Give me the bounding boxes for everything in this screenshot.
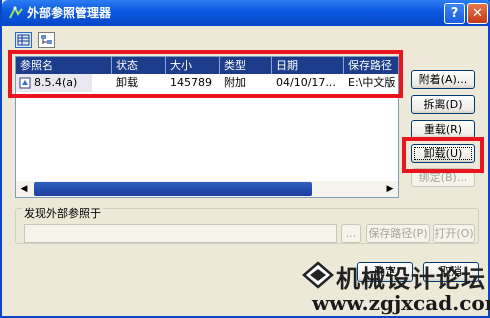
bind-button[interactable]: 绑定(B)...	[411, 168, 475, 187]
column-header-size[interactable]: 大小	[166, 57, 220, 74]
tree-view-button[interactable]	[38, 32, 55, 48]
watermark: 机械设计论坛 www.zgjxcad.com	[302, 255, 490, 318]
row-name: 8.5.4(a)	[34, 76, 78, 89]
list-view-icon	[17, 34, 30, 46]
watermark-url-text: www.zgjxcad.com	[312, 291, 490, 315]
column-header-name[interactable]: 参照名	[16, 57, 112, 74]
watermark-cn-text: 机械设计论坛	[336, 264, 486, 293]
tree-view-icon	[41, 35, 52, 44]
title-bar[interactable]: 外部参照管理器 ? ✕	[2, 0, 490, 26]
xref-file-icon	[19, 77, 31, 89]
row-name-cell: 8.5.4(a)	[16, 74, 92, 92]
attach-button[interactable]: 附着(A)...	[411, 70, 475, 89]
help-button[interactable]: ?	[444, 3, 465, 24]
row-size: 145789	[170, 76, 212, 89]
window-title: 外部参照管理器	[27, 6, 112, 20]
list-view-button[interactable]	[15, 32, 32, 48]
scroll-left-arrow-icon[interactable]: ◀	[16, 181, 32, 197]
row-date: 04/10/17...	[276, 76, 336, 89]
close-button[interactable]: ✕	[467, 3, 488, 24]
column-header-status[interactable]: 状态	[112, 57, 166, 74]
reload-button[interactable]: 重载(R)	[411, 120, 475, 139]
open-button[interactable]: 打开(O)	[433, 224, 475, 243]
row-status: 卸载	[116, 76, 138, 89]
scroll-right-arrow-icon[interactable]: ▶	[382, 181, 398, 197]
column-header-path[interactable]: 保存路径	[344, 57, 398, 74]
column-header-type[interactable]: 类型	[220, 57, 272, 74]
scroll-thumb[interactable]	[34, 182, 312, 196]
column-header-row: 参照名 状态 大小 类型 日期 保存路径	[16, 57, 398, 74]
browse-button[interactable]: ...	[341, 224, 361, 243]
detach-button[interactable]: 拆离(D)	[411, 95, 475, 114]
table-row[interactable]: 8.5.4(a) 卸载 145789 附加 04/10/17... E:\中文版	[16, 74, 398, 92]
row-path: E:\中文版	[348, 76, 396, 89]
row-type: 附加	[224, 76, 246, 89]
xref-manager-window: 外部参照管理器 ? ✕ 参照名 状态 大小 类型 日期 保存路径 8.5.4(a…	[0, 0, 490, 318]
column-header-date[interactable]: 日期	[272, 57, 344, 74]
app-icon	[9, 5, 23, 19]
horizontal-scrollbar[interactable]: ◀ ▶	[16, 181, 398, 197]
unload-button[interactable]: 卸载(U)	[411, 144, 475, 163]
xref-list[interactable]: 参照名 状态 大小 类型 日期 保存路径 8.5.4(a) 卸载 145789 …	[15, 56, 399, 198]
found-at-label: 发现外部参照于	[22, 207, 103, 220]
found-at-path-input[interactable]	[24, 224, 337, 243]
save-path-button[interactable]: 保存路径(P)	[366, 224, 430, 243]
forum-logo-icon	[302, 261, 334, 289]
